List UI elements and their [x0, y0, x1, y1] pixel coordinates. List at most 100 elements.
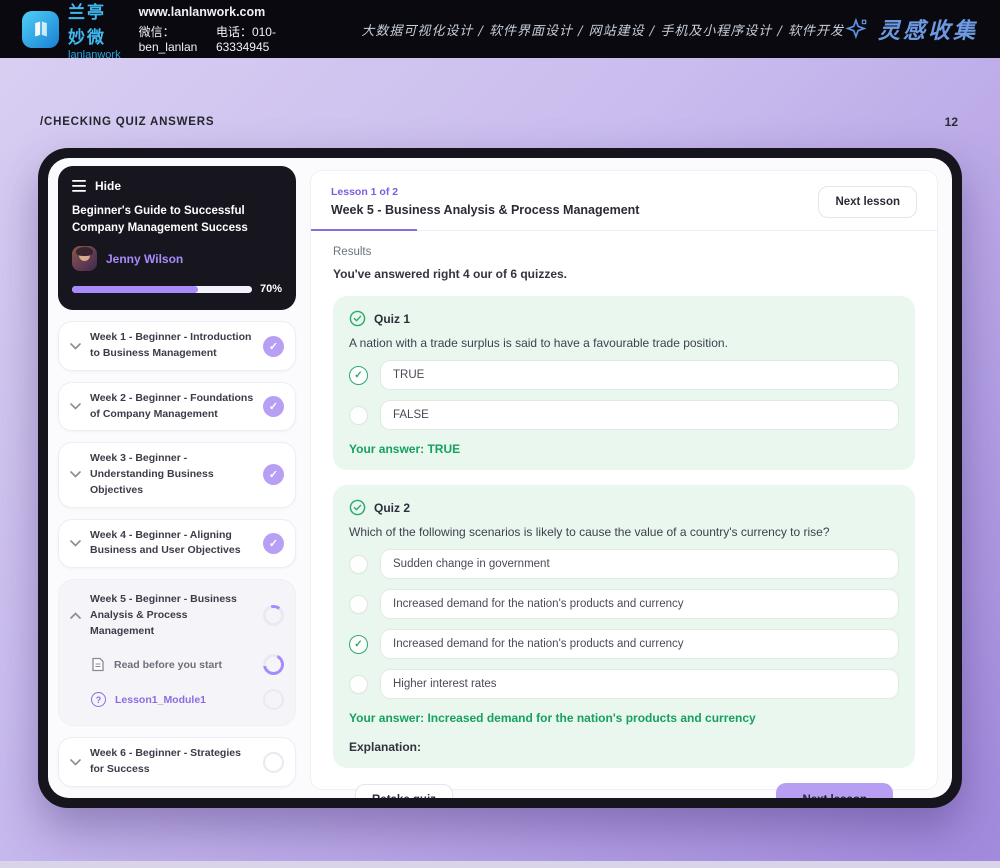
logo-text-block: 兰亭妙微 lanlanwork	[68, 0, 121, 61]
option-radio-icon	[349, 674, 368, 694]
lesson-week-title: Week 5 - Business Analysis & Process Man…	[331, 203, 640, 217]
services-list: 大数据可视化设计 / 软件界面设计 / 网站建设 / 手机及小程序设计 / 软件…	[361, 23, 844, 39]
sidebar-item-week-5[interactable]: Week 5 - Beginner - Business Analysis & …	[70, 588, 284, 647]
sidebar-subitem-read-before[interactable]: Read before you start	[70, 647, 284, 682]
subitem-progress-ring	[263, 654, 284, 676]
your-answer-text: Your answer: TRUE	[349, 442, 461, 456]
hamburger-menu-icon	[72, 180, 86, 192]
next-lesson-top-button[interactable]: Next lesson	[818, 186, 917, 218]
device-frame: Hide Beginner's Guide to Successful Comp…	[38, 148, 962, 808]
quiz-card-2: Quiz 2 Which of the following scenarios …	[333, 485, 915, 768]
progress-fill	[72, 285, 198, 293]
week-label: Week 4 - Beginner - Aligning Business an…	[90, 528, 241, 557]
option-label: Increased demand for the nation's produc…	[380, 629, 899, 659]
collect-brand: 灵感收集	[844, 13, 978, 45]
quiz-title: Quiz 1	[374, 311, 411, 326]
top-header-bar: 兰亭妙微 lanlanwork www.lanlanwork.com 微信：be…	[0, 0, 1000, 61]
option-correct-icon	[349, 634, 368, 654]
progress-percent: 70%	[259, 283, 282, 296]
sidebar-subitem-lesson1-module1[interactable]: ? Lesson1_Module1	[70, 682, 284, 717]
option-radio-icon	[349, 554, 368, 574]
book-icon	[34, 21, 47, 37]
week-label: Week 3 - Beginner - Understanding Busine…	[90, 452, 214, 496]
website-url: www.lanlanwork.com	[138, 4, 266, 19]
logo-name-cn: 兰亭妙微	[68, 2, 106, 47]
next-lesson-bottom-button[interactable]: Next lesson	[776, 783, 893, 798]
sidebar-item-week-2[interactable]: Week 2 - Beginner - Foundations of Compa…	[58, 381, 296, 432]
quiz-title: Quiz 2	[374, 500, 411, 515]
week-list: Week 1 - Beginner - Introduction to Busi…	[58, 321, 296, 798]
chevron-down-icon	[70, 403, 81, 410]
logo-name-en: lanlanwork	[68, 48, 121, 61]
results-summary: You've answered right 4 our of 6 quizzes…	[333, 267, 568, 281]
subitem-label: Read before you start	[114, 658, 222, 671]
option-radio-icon	[349, 405, 368, 425]
document-icon	[91, 657, 105, 672]
hide-button[interactable]: Hide	[72, 179, 282, 193]
page-title: /CHECKING QUIZ ANSWERS	[40, 116, 215, 128]
chevron-down-icon	[70, 471, 81, 479]
avatar	[72, 246, 97, 272]
sidebar-item-week-4[interactable]: Week 4 - Beginner - Aligning Business an…	[58, 518, 296, 569]
week-status-icon	[263, 464, 284, 486]
option-label: Increased demand for the nation's produc…	[380, 589, 899, 619]
option-label: Higher interest rates	[380, 669, 899, 699]
contact-block: www.lanlanwork.com 微信：ben_lanlan 电话：010-…	[139, 5, 290, 54]
option-label: TRUE	[380, 360, 899, 390]
company-logo	[22, 10, 59, 48]
quiz-option[interactable]: Higher interest rates	[349, 669, 899, 699]
hide-label: Hide	[95, 179, 122, 193]
option-label: Sudden change in government	[380, 549, 899, 579]
sidebar-item-week-6[interactable]: Week 6 - Beginner - Strategies for Succe…	[58, 737, 296, 787]
week-status-icon	[263, 751, 284, 773]
week-status-icon	[263, 335, 284, 357]
week-status-icon	[263, 396, 284, 418]
lesson-panel: Lesson 1 of 2 Week 5 - Business Analysis…	[310, 170, 938, 798]
sidebar-item-week-1[interactable]: Week 1 - Beginner - Introduction to Busi…	[58, 321, 296, 371]
subitem-status-icon	[263, 689, 284, 711]
user-row: Jenny Wilson	[72, 246, 282, 272]
check-circle-icon	[349, 499, 366, 516]
explanation-label: Explanation:	[349, 740, 422, 754]
phone-contact: 电话：010-63334945	[215, 24, 276, 54]
option-correct-icon	[349, 365, 368, 385]
chevron-down-icon	[70, 342, 81, 350]
chevron-down-icon	[70, 758, 81, 766]
quiz-option[interactable]: Increased demand for the nation's produc…	[349, 629, 899, 659]
quiz-option[interactable]: Increased demand for the nation's produc…	[349, 589, 899, 619]
week-label: Week 1 - Beginner - Introduction to Busi…	[90, 331, 252, 360]
tab-indicator-divider	[311, 229, 937, 231]
quiz-option[interactable]: TRUE	[349, 360, 899, 390]
question-icon: ?	[91, 692, 106, 708]
quiz-question: A nation with a trade surplus is said to…	[349, 336, 728, 350]
week-status-icon	[263, 532, 284, 554]
sidebar-header: Hide Beginner's Guide to Successful Comp…	[58, 166, 296, 311]
sidebar-item-week-3[interactable]: Week 3 - Beginner - Understanding Busine…	[58, 442, 296, 508]
collect-label: 灵感收集	[877, 18, 978, 44]
option-label: FALSE	[380, 400, 899, 430]
week-label: Week 6 - Beginner - Strategies for Succe…	[90, 747, 241, 776]
course-title: Beginner's Guide to Successful Company M…	[72, 205, 248, 234]
option-radio-icon	[349, 594, 368, 614]
quiz-card-1: Quiz 1 A nation with a trade surplus is …	[333, 296, 915, 470]
lesson-counter: Lesson 1 of 2	[331, 186, 399, 198]
lesson-header: Lesson 1 of 2 Week 5 - Business Analysis…	[311, 171, 937, 218]
progress-track	[72, 285, 252, 293]
week-label: Week 2 - Beginner - Foundations of Compa…	[90, 391, 254, 420]
user-name: Jenny Wilson	[106, 251, 184, 266]
quiz-option[interactable]: Sudden change in government	[349, 549, 899, 579]
week-label: Week 5 - Beginner - Business Analysis & …	[90, 593, 237, 637]
week-progress-ring	[263, 605, 284, 627]
page-number: 12	[944, 115, 958, 129]
course-sidebar: Hide Beginner's Guide to Successful Comp…	[58, 166, 296, 798]
chevron-up-icon	[70, 612, 81, 620]
wechat-contact: 微信：ben_lanlan	[138, 24, 198, 54]
chevron-down-icon	[70, 540, 81, 547]
quiz-question: Which of the following scenarios is like…	[349, 525, 830, 539]
app-window: Hide Beginner's Guide to Successful Comp…	[48, 158, 952, 798]
sparkle-star-icon	[845, 17, 867, 40]
quiz-option[interactable]: FALSE	[349, 400, 899, 430]
retake-quiz-button[interactable]: Retake quiz	[355, 784, 453, 798]
results-content: Results You've answered right 4 our of 6…	[311, 231, 937, 798]
check-circle-icon	[349, 310, 366, 327]
